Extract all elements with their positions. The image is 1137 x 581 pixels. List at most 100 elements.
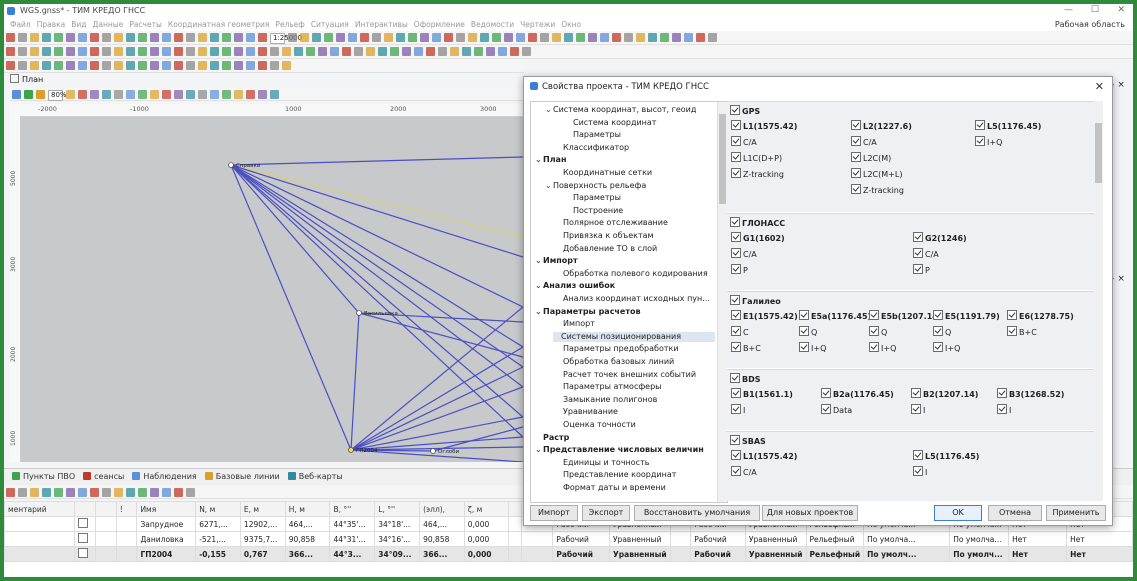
grid-column-header[interactable]: B, °'' — [329, 501, 376, 517]
checkbox-icon[interactable] — [851, 136, 861, 146]
toolbar-tool-icon[interactable] — [102, 47, 111, 56]
checkbox-icon[interactable] — [851, 184, 861, 194]
toolbar-tool-icon[interactable] — [6, 488, 15, 497]
signal-checkbox[interactable]: C/A — [851, 136, 877, 147]
toolbar-tool-icon[interactable] — [18, 33, 27, 42]
signal-checkbox[interactable]: I — [913, 466, 927, 477]
tree-item[interactable]: Привязка к объектам — [555, 231, 654, 241]
toolbar-tool-icon[interactable] — [402, 47, 411, 56]
baseline-line[interactable] — [230, 164, 360, 314]
table-row[interactable]: Даниловка -521,... 9375,7... 90,858 44°31'..… — [4, 531, 1133, 547]
toolbar-tool-icon[interactable] — [30, 47, 39, 56]
signal-checkbox[interactable]: G2(1246) — [913, 232, 967, 243]
checkbox-icon[interactable] — [1007, 326, 1017, 336]
baseline-line[interactable] — [230, 164, 523, 418]
menu-item[interactable]: Чертежи — [520, 18, 555, 31]
toolbar-tool-icon[interactable] — [114, 488, 123, 497]
toolbar-tool-icon[interactable] — [78, 61, 87, 70]
tree-item[interactable]: ⌄Анализ ошибок — [535, 281, 615, 291]
toolbar-tool-icon[interactable] — [210, 47, 219, 56]
toolbar-tool-icon[interactable] — [114, 33, 123, 42]
signal-checkbox[interactable]: Data — [821, 404, 852, 415]
checkbox-icon[interactable] — [731, 136, 741, 146]
export-button[interactable]: Экспорт — [582, 505, 630, 521]
tree-item[interactable]: Уравнивание — [555, 407, 618, 417]
chevron-down-icon[interactable]: ⌄ — [535, 256, 543, 266]
toolbar-tool-icon[interactable] — [600, 33, 609, 42]
bottom-tab[interactable]: Пункты ПВО — [12, 469, 75, 485]
signal-checkbox[interactable]: I — [997, 404, 1011, 415]
toolbar-tool-icon[interactable] — [198, 61, 207, 70]
toolbar-tool-icon[interactable] — [696, 33, 705, 42]
toolbar-tool-icon[interactable] — [6, 33, 15, 42]
toolbar-tool-icon[interactable] — [234, 61, 243, 70]
toolbar-tool-icon[interactable] — [522, 47, 531, 56]
menu-item[interactable]: Оформление — [414, 18, 465, 31]
toolbar-tool-icon[interactable] — [42, 33, 51, 42]
grid-column-header[interactable]: H, м — [284, 501, 331, 517]
toolbar-tool-icon[interactable] — [444, 33, 453, 42]
plan-tool-icon[interactable] — [90, 90, 99, 99]
baseline-line[interactable] — [230, 156, 523, 166]
checkbox-icon[interactable] — [911, 404, 921, 414]
toolbar-tool-icon[interactable] — [150, 33, 159, 42]
checkbox-icon[interactable] — [913, 248, 923, 258]
signal-checkbox[interactable]: E5(1191.79) — [933, 310, 1000, 321]
toolbar-tool-icon[interactable] — [54, 33, 63, 42]
table-row[interactable]: ГП2004 -0,155 0,767 366... 44°3... 34°09... 36… — [4, 546, 1133, 562]
menu-item[interactable]: Файл — [10, 18, 31, 31]
toolbar-tool-icon[interactable] — [102, 61, 111, 70]
toolbar-tool-icon[interactable] — [672, 33, 681, 42]
toolbar-tool-icon[interactable] — [684, 33, 693, 42]
tree-item[interactable]: Расчет точек внешних событий — [555, 370, 696, 380]
checkbox-icon[interactable] — [731, 152, 741, 162]
panel-scrollbar[interactable] — [1094, 101, 1103, 501]
toolbar-tool-icon[interactable] — [498, 47, 507, 56]
toolbar-tool-icon[interactable] — [66, 47, 75, 56]
tree-item[interactable]: Координатные сетки — [555, 168, 652, 178]
checkbox-icon[interactable] — [911, 388, 921, 398]
chevron-down-icon[interactable]: ⌄ — [535, 281, 543, 291]
toolbar-tool-icon[interactable] — [492, 33, 501, 42]
checkbox-icon[interactable] — [731, 232, 741, 242]
plan-tool-icon[interactable] — [210, 90, 219, 99]
toolbar-tool-icon[interactable] — [126, 488, 135, 497]
checkbox-icon[interactable] — [933, 310, 943, 320]
signal-checkbox[interactable]: B2a(1176.45) — [821, 388, 894, 399]
grid-column-header[interactable]: (элл), — [419, 501, 465, 517]
survey-point-marker[interactable] — [348, 447, 354, 453]
signal-checkbox[interactable]: L2(1227.6) — [851, 120, 912, 131]
plan-tool-icon[interactable] — [138, 90, 147, 99]
workspace-selector[interactable]: Рабочая область — [1055, 18, 1125, 31]
toolbar-tool-icon[interactable] — [438, 47, 447, 56]
signal-checkbox[interactable]: G1(1602) — [731, 232, 785, 243]
toolbar-tool-icon[interactable] — [468, 33, 477, 42]
toolbar-tool-icon[interactable] — [18, 488, 27, 497]
plan-tool-icon[interactable] — [114, 90, 123, 99]
bottom-tab[interactable]: сеансы — [83, 469, 124, 485]
tree-item[interactable]: Обработка полевого кодирования — [555, 269, 708, 279]
grid-column-header[interactable]: ментарий — [4, 501, 76, 517]
toolbar-tool-icon[interactable] — [300, 33, 309, 42]
toolbar-tool-icon[interactable] — [282, 61, 291, 70]
toolbar-tool-icon[interactable] — [378, 47, 387, 56]
tree-item[interactable]: Добавление ТО в слой — [555, 244, 657, 254]
checkbox-icon[interactable] — [933, 342, 943, 352]
row-checkbox[interactable] — [78, 548, 89, 558]
toolbar-tool-icon[interactable] — [150, 47, 159, 56]
toolbar-tool-icon[interactable] — [246, 47, 255, 56]
menu-item[interactable]: Ситуация — [311, 18, 349, 31]
toolbar-tool-icon[interactable] — [384, 33, 393, 42]
toolbar-tool-icon[interactable] — [90, 33, 99, 42]
checkbox-icon[interactable] — [933, 326, 943, 336]
toolbar-tool-icon[interactable] — [198, 47, 207, 56]
apply-button[interactable]: Применить — [1046, 505, 1106, 521]
tree-item[interactable]: Обработка базовых линий — [555, 357, 674, 367]
signal-checkbox[interactable]: B1(1561.1) — [731, 388, 793, 399]
toolbar-tool-icon[interactable] — [456, 33, 465, 42]
toolbar-tool-icon[interactable] — [174, 47, 183, 56]
signal-checkbox[interactable]: E5a(1176.45) — [799, 310, 871, 321]
menu-item[interactable]: Интерактивы — [355, 18, 408, 31]
toolbar-tool-icon[interactable] — [288, 33, 297, 42]
tree-item[interactable]: Представление координат — [555, 470, 676, 480]
